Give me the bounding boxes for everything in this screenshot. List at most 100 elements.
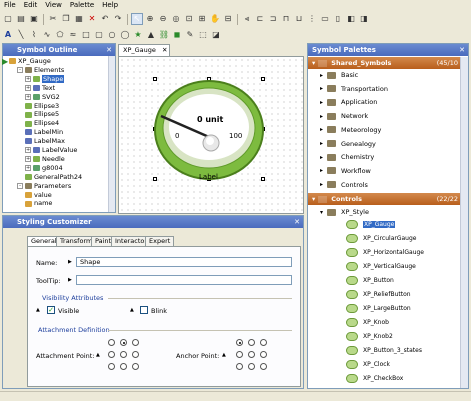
- attach-radio-c[interactable]: [120, 351, 127, 358]
- copy-icon[interactable]: ❐: [60, 13, 72, 25]
- anchor-radio-s[interactable]: [248, 363, 255, 370]
- palette-category-item[interactable]: ▸ Basic: [308, 69, 460, 81]
- polyline-tool-icon[interactable]: ⌇: [28, 29, 40, 41]
- attach-radio-sw[interactable]: [108, 363, 115, 370]
- bring-front-icon[interactable]: ◧: [345, 13, 357, 25]
- expander-icon[interactable]: -: [17, 67, 23, 74]
- menu-file[interactable]: File: [0, 0, 20, 11]
- ellipse-tool-icon[interactable]: ○: [106, 29, 118, 41]
- palette-symbol-item[interactable]: XP_Gauge: [308, 218, 460, 231]
- pan-hand-icon[interactable]: ✋: [209, 13, 221, 25]
- outline-tree-item[interactable]: Ellipse3: [25, 102, 59, 111]
- zoom-out-icon[interactable]: ⊖: [157, 13, 169, 25]
- attach-radio-ne[interactable]: [132, 339, 139, 346]
- palettes-scrollbar[interactable]: [460, 57, 468, 388]
- circle-tool-icon[interactable]: ◯: [119, 29, 131, 41]
- curve-tool-icon[interactable]: ∿: [41, 29, 53, 41]
- palette-category-item[interactable]: ▸ Genealogy: [308, 138, 460, 150]
- outline-tree-item[interactable]: + Shape: [25, 74, 65, 84]
- anchor-radio-nw[interactable]: [236, 339, 243, 346]
- shared-symbols-header[interactable]: ▾ Shared_Symbols (45/10: [308, 57, 460, 69]
- outline-tree-item[interactable]: LabelMin: [25, 128, 63, 137]
- outline-tree-item[interactable]: Ellipse5: [25, 110, 59, 119]
- outline-tree-item[interactable]: + Needle: [25, 155, 65, 164]
- palette-symbol-item[interactable]: XP_Knob2: [308, 330, 460, 343]
- anchor-radio-c[interactable]: [248, 351, 255, 358]
- rectangle-tool-icon[interactable]: □: [80, 29, 92, 41]
- bezier-tool-icon[interactable]: ≈: [67, 29, 79, 41]
- menu-palette[interactable]: Palette: [66, 0, 98, 11]
- palette-category-item[interactable]: ▸ Meteorology: [308, 124, 460, 136]
- attach-radio-n[interactable]: [120, 339, 127, 346]
- delete-icon[interactable]: ✕: [86, 13, 98, 25]
- expander-icon[interactable]: +: [25, 93, 31, 100]
- align-bottom-icon[interactable]: ⊔: [293, 13, 305, 25]
- anchor-radio-se[interactable]: [260, 363, 267, 370]
- cut-icon[interactable]: ✂: [47, 13, 59, 25]
- xp-style-group[interactable]: ▾ XP_Style: [308, 206, 460, 218]
- attach-radio-e[interactable]: [132, 351, 139, 358]
- close-icon[interactable]: ✕: [106, 46, 112, 54]
- anchor-radio-w[interactable]: [236, 351, 243, 358]
- controls-header[interactable]: ▾ Controls (22/22: [308, 193, 460, 205]
- save-icon[interactable]: ▣: [28, 13, 40, 25]
- outline-scrollbar[interactable]: [108, 56, 115, 212]
- close-icon[interactable]: ✕: [459, 46, 465, 54]
- outline-tree-item[interactable]: LabelMax: [25, 137, 65, 146]
- palette-symbol-item[interactable]: XP_Knob: [308, 316, 460, 329]
- gauge-graphic[interactable]: [153, 79, 265, 181]
- polygon-tool-icon[interactable]: ⬠: [54, 29, 66, 41]
- outline-tree-item[interactable]: + LabelValue: [25, 146, 77, 155]
- outline-tree-item[interactable]: GeneralPath24: [25, 173, 82, 182]
- palette-symbol-item[interactable]: XP_ReliefButton: [308, 288, 460, 301]
- outline-tree-item[interactable]: XP_Gauge: [9, 57, 51, 66]
- palette-symbol-item[interactable]: XP_HorizontalGauge: [308, 246, 460, 259]
- attach-radio-w[interactable]: [108, 351, 115, 358]
- rounded-rect-tool-icon[interactable]: ▢: [93, 29, 105, 41]
- editor-canvas[interactable]: 0 unit 0 100 Label: [118, 56, 304, 214]
- outline-tree-item[interactable]: Ellipse4: [25, 119, 59, 128]
- ungroup-icon[interactable]: ▯: [332, 13, 344, 25]
- palette-symbol-item[interactable]: XP_Button: [308, 274, 460, 287]
- expander-icon[interactable]: +: [25, 84, 31, 91]
- link-tool-icon[interactable]: ⛓: [158, 29, 170, 41]
- grid-icon[interactable]: ⊟: [222, 13, 234, 25]
- paste-icon[interactable]: ▦: [73, 13, 85, 25]
- outline-tree-item[interactable]: + Text: [25, 84, 55, 93]
- group-icon[interactable]: ▭: [319, 13, 331, 25]
- outline-tree-item[interactable]: + g8004: [25, 164, 63, 173]
- palette-symbol-item[interactable]: XP_LargeButton: [308, 302, 460, 315]
- undo-icon[interactable]: ↶: [99, 13, 111, 25]
- zoom-box-icon[interactable]: ⊡: [183, 13, 195, 25]
- anchor-radio-n[interactable]: [248, 339, 255, 346]
- align-right-icon[interactable]: ⊐: [267, 13, 279, 25]
- name-field[interactable]: Shape: [76, 257, 292, 267]
- anchor-radio-ne[interactable]: [260, 339, 267, 346]
- palette-symbol-item[interactable]: XP_Button_3_states: [308, 344, 460, 357]
- visible-checkbox[interactable]: ✓: [47, 306, 55, 314]
- align-top-icon[interactable]: ⊓: [280, 13, 292, 25]
- distribute-icon[interactable]: ⋮: [306, 13, 318, 25]
- menu-view[interactable]: View: [41, 0, 66, 11]
- run-icon[interactable]: ▶: [2, 57, 8, 66]
- palette-symbol-item[interactable]: XP_Clock: [308, 358, 460, 371]
- line-tool-icon[interactable]: ╲: [15, 29, 27, 41]
- palette-symbol-item[interactable]: XP_VerticalGauge: [308, 260, 460, 273]
- tooltip-field[interactable]: [76, 275, 292, 285]
- expander-icon[interactable]: +: [25, 147, 31, 154]
- color-swap-icon[interactable]: ⬚: [197, 29, 209, 41]
- color-selector-icon[interactable]: ◪: [210, 29, 222, 41]
- palette-category-item[interactable]: ▸ Network: [308, 110, 460, 122]
- expander-icon[interactable]: +: [25, 156, 31, 163]
- new-icon[interactable]: ▢: [2, 13, 14, 25]
- outline-tree-item[interactable]: + SVG2: [25, 93, 60, 102]
- text-tool-icon[interactable]: A: [2, 29, 14, 41]
- redo-icon[interactable]: ↷: [112, 13, 124, 25]
- fill-color-icon[interactable]: ◼: [171, 29, 183, 41]
- palette-symbol-item[interactable]: XP_CircularGauge: [308, 232, 460, 245]
- palette-category-item[interactable]: ▸ Chemistry: [308, 151, 460, 163]
- menu-help[interactable]: Help: [98, 0, 122, 11]
- stroke-color-icon[interactable]: ✎: [184, 29, 196, 41]
- zoom-in-icon[interactable]: ⊕: [144, 13, 156, 25]
- attach-radio-se[interactable]: [132, 363, 139, 370]
